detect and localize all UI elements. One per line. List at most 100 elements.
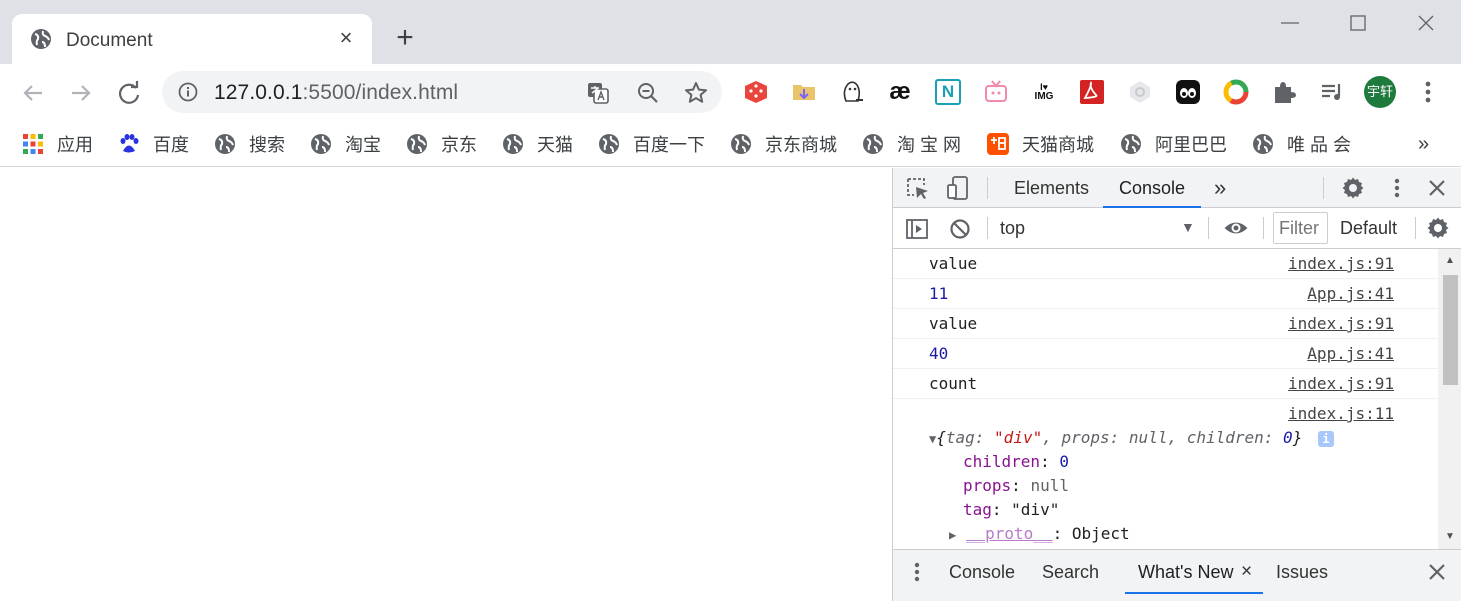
bookmark-label: 京东 bbox=[441, 135, 477, 155]
close-window-icon[interactable] bbox=[1408, 8, 1444, 38]
page-viewport bbox=[0, 168, 892, 601]
penguin-icon[interactable] bbox=[838, 78, 866, 106]
console-filter-input[interactable] bbox=[1273, 212, 1328, 244]
bookmark-label: 唯 品 会 bbox=[1287, 135, 1352, 155]
context-selector[interactable]: top bbox=[1000, 218, 1025, 239]
toolbar-divider bbox=[987, 217, 988, 239]
info-badge-icon[interactable]: i bbox=[1317, 431, 1334, 447]
device-toggle-icon[interactable] bbox=[945, 175, 971, 201]
dice-icon[interactable] bbox=[742, 78, 770, 106]
folder-download-icon[interactable] bbox=[790, 78, 818, 106]
bookmark-jd-mall[interactable]: 京东商城 bbox=[730, 130, 837, 158]
translate-icon[interactable] bbox=[586, 81, 610, 105]
bookmark-jd[interactable]: 京东 bbox=[406, 130, 477, 158]
context-dropdown-icon[interactable]: ▼ bbox=[1181, 219, 1195, 235]
zoom-out-icon[interactable] bbox=[636, 81, 660, 105]
summary-key: props bbox=[1061, 428, 1110, 447]
scroll-down-icon[interactable]: ▼ bbox=[1445, 531, 1455, 542]
summary-value: "div" bbox=[994, 428, 1043, 447]
inspect-element-icon[interactable] bbox=[905, 176, 931, 202]
drawer-tab-console[interactable]: Console bbox=[949, 550, 1015, 594]
close-tab-icon[interactable]: × bbox=[334, 26, 358, 50]
object-proto[interactable]: ▶ __proto__: Object bbox=[949, 524, 1130, 543]
brace-open: { bbox=[936, 428, 946, 447]
bookmark-vip[interactable]: 唯 品 会 bbox=[1252, 130, 1351, 158]
bookmark-label: 搜索 bbox=[249, 135, 285, 155]
drawer-tab-search[interactable]: Search bbox=[1042, 550, 1099, 594]
bookmark-tmall-mall[interactable]: 天猫商城 bbox=[986, 130, 1094, 158]
close-drawer-tab-icon[interactable]: × bbox=[1241, 550, 1252, 594]
console-source-link[interactable]: App.js:41 bbox=[1307, 284, 1394, 303]
taobao-icon bbox=[987, 133, 1009, 155]
toolbar-divider bbox=[1415, 217, 1416, 239]
bookmark-taobao-net[interactable]: 淘 宝 网 bbox=[862, 130, 961, 158]
console-source-link[interactable]: index.js:91 bbox=[1288, 314, 1394, 333]
puzzle-icon[interactable] bbox=[1270, 78, 1298, 106]
pdf-icon[interactable] bbox=[1078, 78, 1106, 106]
drawer-tab-whats-new[interactable]: What's New × bbox=[1125, 550, 1263, 594]
tab-elements[interactable]: Elements bbox=[1014, 168, 1089, 208]
img-icon[interactable]: I♥ IMG bbox=[1030, 78, 1058, 106]
globe-icon bbox=[311, 134, 331, 154]
minimize-icon[interactable] bbox=[1272, 8, 1308, 38]
bookmark-tmall[interactable]: 天猫 bbox=[502, 130, 573, 158]
scrollbar-thumb[interactable] bbox=[1443, 275, 1458, 385]
menu-kebab-icon[interactable] bbox=[1414, 78, 1442, 106]
tab-document[interactable]: Document × bbox=[12, 14, 372, 64]
settings-gear-icon[interactable] bbox=[1341, 176, 1365, 200]
bookmark-label: 淘宝 bbox=[345, 135, 381, 155]
console-scrollbar[interactable]: ▲ ▼ bbox=[1438, 249, 1461, 549]
drawer-tab-issues[interactable]: Issues bbox=[1276, 550, 1328, 594]
reload-icon[interactable] bbox=[114, 78, 144, 108]
console-source-link[interactable]: index.js:11 bbox=[1288, 404, 1394, 423]
console-source-link[interactable]: index.js:91 bbox=[1288, 374, 1394, 393]
bookmark-taobao[interactable]: 淘宝 bbox=[310, 130, 381, 158]
bookmark-label: 百度一下 bbox=[633, 135, 705, 155]
ae-icon[interactable]: æ bbox=[886, 78, 914, 106]
log-levels-dropdown[interactable]: Default bbox=[1340, 218, 1397, 239]
bookmarks-overflow-button[interactable]: » bbox=[1418, 130, 1429, 158]
sidebar-toggle-icon[interactable] bbox=[905, 217, 929, 241]
globe-icon bbox=[215, 134, 235, 154]
panda-icon[interactable] bbox=[1174, 78, 1202, 106]
toolbar: 127.0.0.1:5500/index.html æ N I♥ IMG 宇轩 bbox=[0, 64, 1461, 122]
close-drawer-icon[interactable] bbox=[1425, 560, 1449, 584]
bookmark-baidu-yixia[interactable]: 百度一下 bbox=[598, 130, 705, 158]
new-tab-icon[interactable]: + bbox=[390, 23, 420, 54]
globe-icon bbox=[863, 134, 883, 154]
tab-console[interactable]: Console bbox=[1103, 168, 1201, 208]
forward-icon[interactable] bbox=[66, 78, 96, 108]
close-devtools-icon[interactable] bbox=[1425, 176, 1449, 200]
bookmark-label: 京东商城 bbox=[765, 135, 837, 155]
drawer-menu-icon[interactable] bbox=[905, 560, 929, 584]
profile-avatar[interactable]: 宇轩 bbox=[1364, 76, 1396, 108]
console-settings-gear-icon[interactable] bbox=[1426, 216, 1450, 240]
console-message: 11 App.js:41 bbox=[893, 279, 1438, 309]
object-summary[interactable]: ▼{tag: "div", props: null, children: 0} … bbox=[929, 428, 1334, 447]
console-message: value index.js:91 bbox=[893, 309, 1438, 339]
expand-triangle-icon[interactable]: ▶ bbox=[949, 528, 956, 542]
devtools-tabbar: Elements Console » bbox=[893, 168, 1461, 208]
bookmark-apps[interactable]: 应用 bbox=[22, 130, 93, 158]
bookmark-search[interactable]: 搜索 bbox=[214, 130, 285, 158]
back-icon[interactable] bbox=[18, 78, 48, 108]
address-bar[interactable]: 127.0.0.1:5500/index.html bbox=[162, 71, 722, 113]
scroll-up-icon[interactable]: ▲ bbox=[1445, 255, 1455, 266]
hexagon-icon[interactable] bbox=[1126, 78, 1154, 106]
devtools-menu-icon[interactable] bbox=[1385, 176, 1409, 200]
bookmark-star-icon[interactable] bbox=[683, 80, 709, 106]
playlist-icon[interactable] bbox=[1318, 78, 1346, 106]
maximize-icon[interactable] bbox=[1340, 8, 1376, 38]
clear-console-icon[interactable] bbox=[948, 217, 972, 241]
console-source-link[interactable]: App.js:41 bbox=[1307, 344, 1394, 363]
bookmark-alibaba[interactable]: 阿里巴巴 bbox=[1120, 130, 1227, 158]
n-bracket-icon[interactable]: N bbox=[934, 78, 962, 106]
info-icon[interactable] bbox=[178, 82, 198, 102]
more-tabs-icon[interactable]: » bbox=[1214, 168, 1226, 208]
bookmark-baidu[interactable]: 百度 bbox=[118, 130, 189, 158]
live-expression-eye-icon[interactable] bbox=[1223, 216, 1249, 240]
chrome-ring-icon[interactable] bbox=[1222, 78, 1250, 106]
console-source-link[interactable]: index.js:91 bbox=[1288, 254, 1394, 273]
tv-icon[interactable] bbox=[982, 78, 1010, 106]
console-message-text: 40 bbox=[929, 344, 949, 363]
